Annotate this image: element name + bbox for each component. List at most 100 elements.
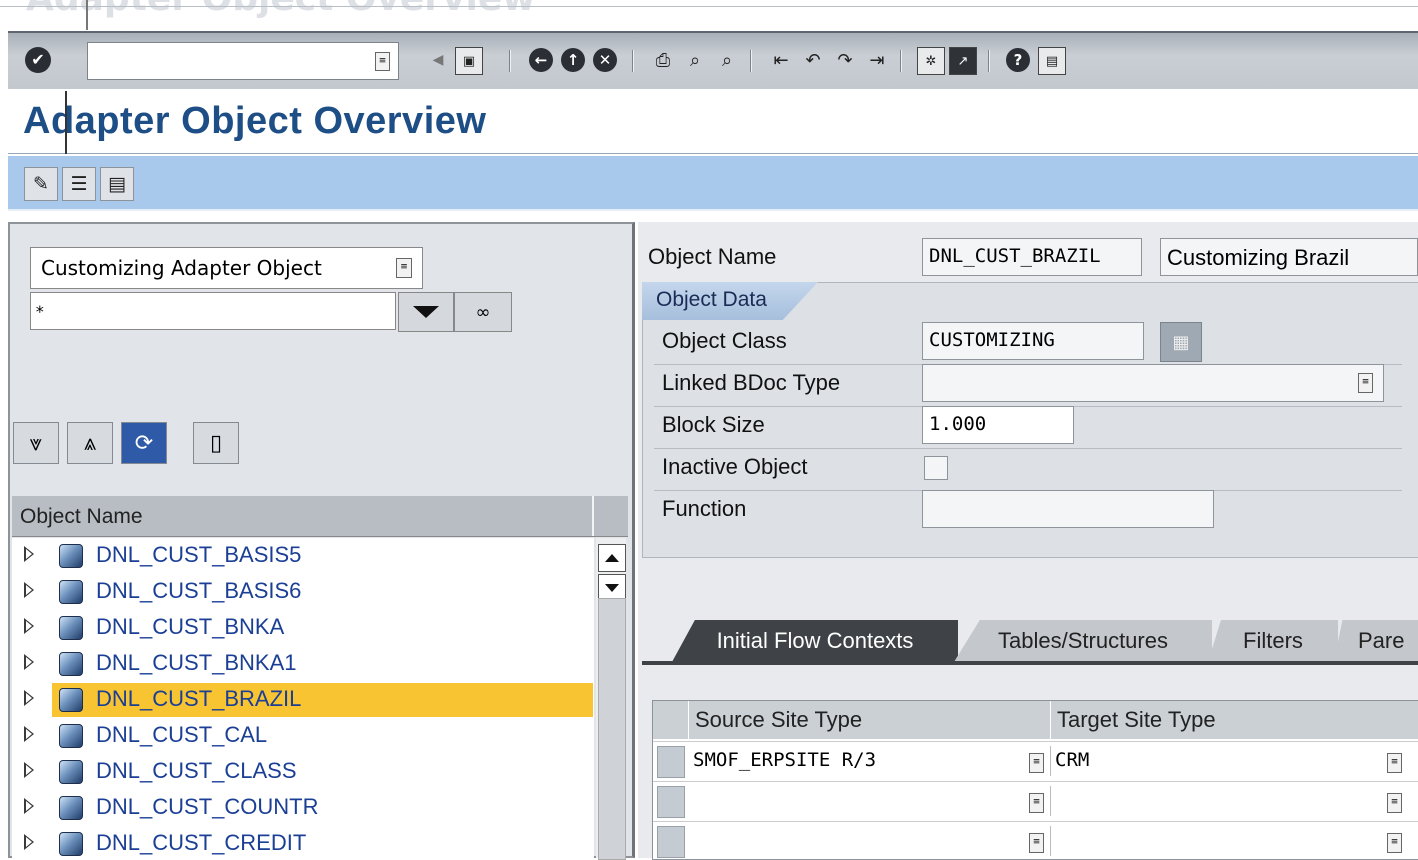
source-site-cell[interactable] [689,786,1051,816]
cancel-icon[interactable]: ✕ [593,48,617,72]
tree-item-label[interactable]: DNL_CUST_CLASS [96,758,297,784]
tree-item-label[interactable]: DNL_CUST_COUNTR [96,794,318,820]
row-selector[interactable] [657,746,685,778]
text-cursor [65,91,67,154]
block-size-label: Block Size [662,412,765,437]
refresh-icon[interactable]: ⟳ [121,422,167,464]
source-site-cell[interactable]: SMOF_ERPSITE R/3 [689,746,1051,776]
command-field[interactable]: ≡ [87,42,399,80]
object-class-field[interactable]: CUSTOMIZING [922,322,1144,360]
print-list-icon[interactable]: ☰ [62,167,96,201]
tree-item-label[interactable]: DNL_CUST_CREDIT [96,830,306,856]
vertical-scrollbar[interactable] [596,538,626,860]
pattern-dropdown-button[interactable] [398,292,454,332]
display-list-icon[interactable]: ▤ [100,167,134,201]
tree-item[interactable]: DNL_CUST_BASIS5 [12,538,594,574]
tree-column-header[interactable]: Object Name [12,496,628,537]
search-pattern-input[interactable] [30,292,396,330]
tree-item[interactable]: DNL_CUST_CLASS [12,754,594,790]
column-header-target[interactable]: Target Site Type [1051,701,1418,739]
tab-filters[interactable]: Filters [1208,620,1338,662]
dropdown-icon[interactable]: ≡ [1387,793,1402,813]
dropdown-icon[interactable]: ≡ [375,52,390,71]
object-cube-icon [59,832,83,856]
block-size-field[interactable]: 1.000 [922,406,1074,444]
expand-all-icon[interactable]: ⩔ [13,422,59,464]
edit-icon[interactable]: ✎ [24,167,58,201]
dropdown-icon[interactable]: ≡ [1029,833,1044,853]
tree-item-label[interactable]: DNL_CUST_BNKA1 [96,650,297,676]
help-icon[interactable]: ? [1006,48,1030,72]
target-site-cell[interactable]: CRM [1051,746,1418,776]
class-details-icon[interactable]: ▦ [1160,322,1202,362]
dropdown-icon[interactable]: ≡ [1029,793,1044,813]
next-page-icon[interactable]: ↷ [832,47,858,73]
row-selector[interactable] [657,786,685,818]
tree-item-label[interactable]: DNL_CUST_BRAZIL [96,686,301,712]
expand-icon[interactable] [24,834,34,850]
new-object-icon[interactable]: ▯ [193,422,239,464]
previous-page-icon[interactable]: ↶ [800,47,826,73]
expand-icon[interactable] [24,582,34,598]
enter-icon[interactable]: ✔ [25,47,51,73]
tab-parameters[interactable]: Pare [1334,620,1418,662]
dropdown-icon[interactable]: ≡ [1387,753,1402,773]
exit-icon[interactable]: ↑ [561,48,585,72]
tab-tables-structures[interactable]: Tables/Structures [954,620,1212,662]
dropdown-icon[interactable]: ≡ [1387,833,1402,853]
command-input[interactable] [92,43,356,77]
scroll-up-button[interactable] [598,544,626,572]
expand-icon[interactable] [24,654,34,670]
inactive-object-checkbox[interactable] [924,456,948,480]
search-icon[interactable]: ∞ [454,292,512,332]
tree-item-label[interactable]: DNL_CUST_BNKA [96,614,284,640]
save-icon[interactable]: ▣ [455,47,483,75]
target-site-cell[interactable] [1051,826,1418,856]
expand-icon[interactable] [24,690,34,706]
layout-menu-icon[interactable]: ▤ [1038,47,1066,75]
scrollbar-track[interactable] [598,598,626,860]
first-page-icon[interactable]: ⇤ [768,47,794,73]
function-field[interactable] [922,490,1214,528]
expand-icon[interactable] [24,798,34,814]
create-session-icon[interactable]: ✲ [917,47,945,75]
expand-icon[interactable] [24,726,34,742]
dropdown-icon[interactable]: ≡ [1358,373,1373,393]
collapse-all-icon[interactable]: ⩓ [67,422,113,464]
find-icon[interactable]: ⌕ [682,47,708,73]
linked-bdoc-field[interactable] [922,364,1384,402]
tree-item-selected[interactable]: DNL_CUST_BRAZIL [12,682,594,718]
shortcut-icon[interactable]: ↗ [949,47,977,75]
source-site-cell[interactable] [689,826,1051,856]
object-name-field[interactable]: DNL_CUST_BRAZIL [922,238,1142,276]
tree-item-label[interactable]: DNL_CUST_BASIS6 [96,578,301,604]
scroll-left-icon[interactable]: ◀ [425,47,451,73]
flow-contexts-table: Source Site Type Target Site Type SMOF_E… [652,700,1418,860]
dropdown-icon[interactable]: ≡ [396,258,412,278]
tree-item[interactable]: DNL_CUST_CREDIT [12,826,594,858]
row-selector[interactable] [657,826,685,858]
dropdown-icon[interactable]: ≡ [1029,753,1044,773]
tree-item[interactable]: DNL_CUST_BNKA [12,610,594,646]
tree-item[interactable]: DNL_CUST_COUNTR [12,790,594,826]
find-next-icon[interactable]: ⌕ [714,47,740,73]
target-site-cell[interactable] [1051,786,1418,816]
last-page-icon[interactable]: ⇥ [864,47,890,73]
object-description-field[interactable]: Customizing Brazil [1160,238,1418,276]
expand-icon[interactable] [24,762,34,778]
tab-initial-flow-contexts[interactable]: Initial Flow Contexts [672,620,958,662]
object-cube-icon [59,796,83,820]
expand-icon[interactable] [24,546,34,562]
tree-item[interactable]: DNL_CUST_CAL [12,718,594,754]
tree-item[interactable]: DNL_CUST_BNKA1 [12,646,594,682]
column-header-source[interactable]: Source Site Type [689,701,1051,739]
tree-item[interactable]: DNL_CUST_BASIS6 [12,574,594,610]
expand-icon[interactable] [24,618,34,634]
tree-item-label[interactable]: DNL_CUST_CAL [96,722,267,748]
page-title: Adapter Object Overview [23,100,487,142]
object-type-selector[interactable]: Customizing Adapter Object ≡ [30,247,423,289]
row-selector-header[interactable] [653,701,689,739]
tree-item-label[interactable]: DNL_CUST_BASIS5 [96,542,301,568]
print-icon[interactable]: ⎙ [650,47,676,73]
back-icon[interactable]: ← [529,48,553,72]
